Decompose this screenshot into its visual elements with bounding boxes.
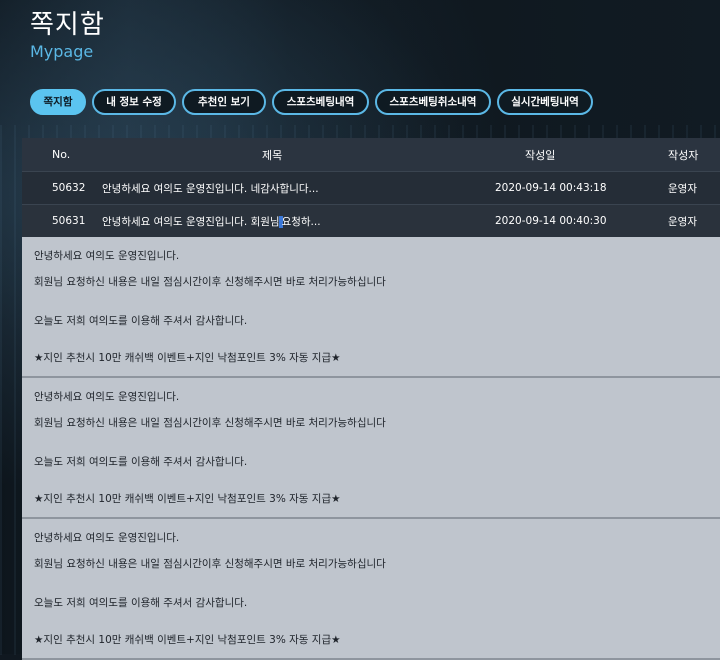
tab-sports-bets[interactable]: 스포츠베팅내역 xyxy=(272,89,369,115)
page-subtitle: Mypage xyxy=(30,42,94,61)
row-number: 50631 xyxy=(52,215,86,227)
message-line: 회원님 요청하신 내용은 내일 점심시간이후 신청해주시면 바로 처리가능하십니… xyxy=(34,417,386,429)
message-line: 안녕하세요 여의도 운영진입니다. xyxy=(34,250,180,262)
row-author: 운영자 xyxy=(668,182,697,195)
row-title[interactable]: 안녕하세요 여의도 운영진입니다. 회원님 요청하... xyxy=(102,214,321,229)
message-body: 안녕하세요 여의도 운영진입니다. 회원님 요청하신 내용은 내일 점심시간이후… xyxy=(22,378,720,519)
column-header-author: 작성자 xyxy=(668,148,699,162)
row-number: 50632 xyxy=(52,182,86,194)
table-header: No. 제목 작성일 작성자 xyxy=(22,138,720,171)
column-header-title: 제목 xyxy=(262,148,283,162)
message-body: 안녕하세요 여의도 운영진입니다. 회원님 요청하신 내용은 내일 점심시간이후… xyxy=(22,237,720,378)
column-header-date: 작성일 xyxy=(525,148,556,162)
row-title-part: 안녕하세요 여의도 운영진입니다. 회원님 xyxy=(102,215,280,228)
message-line: ★지인 추천시 10만 캐쉬백 이벤트+지인 낙첨포인트 3% 자동 지급★ xyxy=(34,352,341,364)
row-title[interactable]: 안녕하세요 여의도 운영진입니다. 네감사합니다... xyxy=(102,181,319,196)
row-date: 2020-09-14 00:40:30 xyxy=(495,215,607,227)
row-title-part: 요청하... xyxy=(281,215,321,228)
message-line: ★지인 추천시 10만 캐쉬백 이벤트+지인 낙첨포인트 3% 자동 지급★ xyxy=(34,493,341,505)
table-row[interactable]: 50632 안녕하세요 여의도 운영진입니다. 네감사합니다... 2020-0… xyxy=(22,171,720,204)
mypage-tabs: 쪽지함 내 정보 수정 추천인 보기 스포츠베팅내역 스포츠베팅취소내역 실시간… xyxy=(30,89,593,115)
message-board: No. 제목 작성일 작성자 50632 안녕하세요 여의도 운영진입니다. 네… xyxy=(22,138,720,660)
message-line: 회원님 요청하신 내용은 내일 점심시간이후 신청해주시면 바로 처리가능하십니… xyxy=(34,558,386,570)
message-line: 오늘도 저희 여의도를 이용해 주셔서 감사합니다. xyxy=(34,597,248,609)
tab-edit-profile[interactable]: 내 정보 수정 xyxy=(92,89,176,115)
message-line: ★지인 추천시 10만 캐쉬백 이벤트+지인 낙첨포인트 3% 자동 지급★ xyxy=(34,634,341,646)
message-line: 회원님 요청하신 내용은 내일 점심시간이후 신청해주시면 바로 처리가능하십니… xyxy=(34,276,386,288)
tab-inbox[interactable]: 쪽지함 xyxy=(30,89,86,115)
message-line: 오늘도 저희 여의도를 이용해 주셔서 감사합니다. xyxy=(34,315,248,327)
table-row[interactable]: 50631 안녕하세요 여의도 운영진입니다. 회원님 요청하... 2020-0… xyxy=(22,204,720,237)
message-line: 안녕하세요 여의도 운영진입니다. xyxy=(34,391,180,403)
message-line: 안녕하세요 여의도 운영진입니다. xyxy=(34,532,180,544)
row-author: 운영자 xyxy=(668,215,697,228)
tab-sports-bet-cancels[interactable]: 스포츠베팅취소내역 xyxy=(375,89,491,115)
page-title: 쪽지함 xyxy=(30,10,105,40)
row-date: 2020-09-14 00:43:18 xyxy=(495,182,607,194)
tab-referrals[interactable]: 추천인 보기 xyxy=(182,89,266,115)
column-header-no: No. xyxy=(52,148,71,161)
tab-live-bets[interactable]: 실시간베팅내역 xyxy=(497,89,593,115)
message-body: 안녕하세요 여의도 운영진입니다. 회원님 요청하신 내용은 내일 점심시간이후… xyxy=(22,519,720,660)
message-line: 오늘도 저희 여의도를 이용해 주셔서 감사합니다. xyxy=(34,456,248,468)
